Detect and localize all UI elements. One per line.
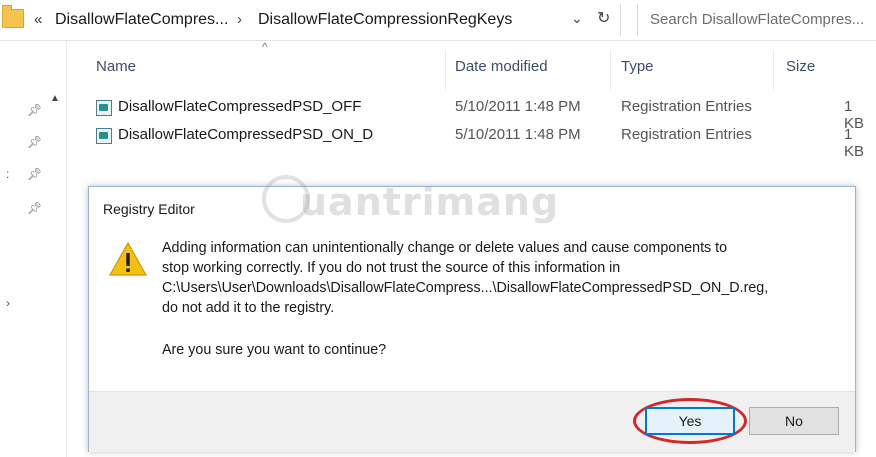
file-name: DisallowFlateCompressedPSD_ON_D [118, 126, 374, 143]
pin-icon[interactable]: 📌︎ [27, 201, 42, 215]
pin-icon[interactable]: 📌︎ [27, 167, 42, 181]
address-bar: « DisallowFlateCompres... › DisallowFlat… [0, 0, 876, 41]
folder-icon [2, 5, 24, 28]
yes-button[interactable]: Yes [645, 407, 735, 435]
dialog-question: Are you sure you want to continue? [162, 342, 387, 358]
column-header-date-modified[interactable]: Date modified [455, 58, 548, 75]
dialog-footer: Yes No [89, 391, 855, 452]
nav-scroll-up-icon[interactable]: ▲ [50, 93, 60, 104]
column-header-type[interactable]: Type [621, 58, 654, 75]
breadcrumb-parent-folder[interactable]: DisallowFlateCompres... [55, 11, 228, 29]
registry-editor-dialog: Registry Editor Adding information can u… [88, 186, 856, 452]
file-row[interactable]: DisallowFlateCompressedPSD_ON_D 5/10/201… [96, 126, 876, 160]
address-history-dropdown-icon[interactable]: ⌄ [571, 10, 583, 27]
search-box[interactable] [637, 4, 876, 36]
sort-ascending-icon: ^ [262, 40, 268, 54]
nav-expand-icon[interactable]: : [6, 167, 9, 181]
dialog-message: Adding information can unintentionally c… [162, 238, 852, 318]
column-header-name[interactable]: Name [96, 58, 136, 75]
nav-expand-icon[interactable]: › [6, 296, 10, 310]
file-row[interactable]: DisallowFlateCompressedPSD_OFF 5/10/2011… [96, 98, 876, 132]
column-divider[interactable] [773, 50, 774, 90]
dialog-message-line: C:\Users\User\Downloads\DisallowFlateCom… [162, 280, 769, 296]
pin-icon[interactable]: 📌︎ [27, 135, 42, 149]
file-type: Registration Entries [621, 126, 752, 143]
file-date-modified: 5/10/2011 1:48 PM [455, 98, 581, 115]
registry-file-icon [96, 100, 112, 116]
file-name: DisallowFlateCompressedPSD_OFF [118, 98, 362, 115]
column-header-size[interactable]: Size [786, 58, 815, 75]
column-divider[interactable] [610, 50, 611, 90]
navigation-pane[interactable]: ▲ 📌︎ 📌︎ : 📌︎ 📌︎ › [0, 41, 67, 457]
breadcrumb-separator-icon[interactable]: › [237, 11, 242, 28]
no-button[interactable]: No [749, 407, 839, 435]
warning-icon [108, 241, 148, 276]
refresh-icon[interactable]: ↻ [597, 8, 610, 28]
file-type: Registration Entries [621, 98, 752, 115]
dialog-message-line: stop working correctly. If you do not tr… [162, 260, 621, 276]
address-divider [620, 4, 621, 36]
search-input[interactable] [638, 4, 876, 28]
dialog-titlebar[interactable]: Registry Editor [89, 187, 855, 227]
breadcrumb-current-folder[interactable]: DisallowFlateCompressionRegKeys [258, 11, 512, 29]
file-size: 1 KB [844, 126, 865, 160]
dialog-message-line: Adding information can unintentionally c… [162, 240, 728, 256]
dialog-message-line: do not add it to the registry. [162, 300, 335, 316]
dialog-body: Adding information can unintentionally c… [89, 227, 855, 391]
pin-icon[interactable]: 📌︎ [27, 103, 42, 117]
dialog-title: Registry Editor [103, 201, 195, 217]
registry-file-icon [96, 128, 112, 144]
file-date-modified: 5/10/2011 1:48 PM [455, 126, 581, 143]
column-divider[interactable] [445, 50, 446, 90]
breadcrumb-overflow-button[interactable]: « [34, 11, 42, 28]
